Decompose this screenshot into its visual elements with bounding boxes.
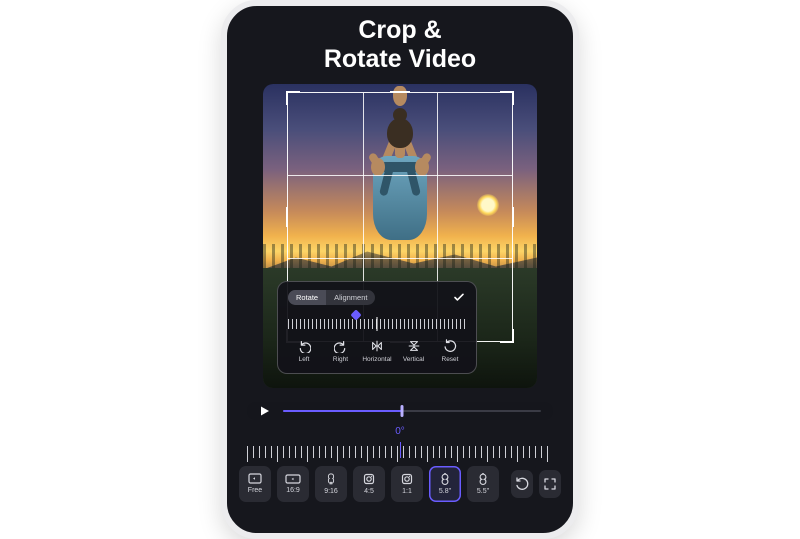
flip-vertical-label: Vertical	[403, 356, 424, 363]
reset-button[interactable]: Reset	[434, 339, 466, 363]
crop-handle-right[interactable]	[512, 207, 514, 227]
ratio-free[interactable]: Free	[239, 466, 271, 502]
crop-handle-br[interactable]	[500, 329, 514, 343]
tab-alignment[interactable]: Alignment	[326, 290, 375, 305]
screen-title: Crop &Rotate Video	[227, 16, 573, 74]
flip-vertical-button[interactable]: Vertical	[398, 339, 430, 363]
ratio-16-9-label: 16:9	[286, 487, 300, 494]
ratio-free-label: Free	[248, 487, 262, 494]
tab-rotate[interactable]: Rotate	[288, 290, 326, 305]
undo-icon[interactable]	[511, 470, 533, 498]
aspect-ratio-strip: Free 16:9 9:16 4:5 1:1 5.8" 5.5"	[239, 466, 561, 502]
ratio-16-9[interactable]: 16:9	[277, 466, 309, 502]
angle-ruler[interactable]: 0°	[247, 430, 553, 458]
ratio-9-16[interactable]: 9:16	[315, 466, 347, 502]
flip-horizontal-label: Horizontal	[362, 356, 391, 363]
rotate-left-label: Left	[299, 356, 310, 363]
ratio-5-8in[interactable]: 5.8"	[429, 466, 461, 502]
rotate-panel: Rotate Alignment Left Righ	[277, 281, 477, 374]
flip-horizontal-button[interactable]: Horizontal	[361, 339, 393, 363]
progress-fill	[283, 410, 402, 412]
crop-handle-tl[interactable]	[286, 91, 300, 105]
panel-tab-switch[interactable]: Rotate Alignment	[288, 290, 375, 305]
apply-check-icon[interactable]	[452, 290, 466, 304]
reset-label: Reset	[442, 356, 459, 363]
player-bar	[247, 402, 553, 420]
ratio-1-1-label: 1:1	[402, 488, 412, 495]
crop-handle-left[interactable]	[286, 207, 288, 227]
rotate-right-label: Right	[333, 356, 348, 363]
crop-handle-tr[interactable]	[500, 91, 514, 105]
video-canvas[interactable]: Rotate Alignment Left Righ	[263, 84, 537, 388]
ratio-4-5-label: 4:5	[364, 488, 374, 495]
play-button[interactable]	[259, 405, 271, 417]
progress-knob[interactable]	[400, 405, 403, 417]
ratio-4-5[interactable]: 4:5	[353, 466, 385, 502]
ratio-5-5in[interactable]: 5.5"	[467, 466, 499, 502]
ratio-5-5in-label: 5.5"	[477, 488, 489, 495]
angle-center-mark	[400, 442, 401, 458]
progress-track[interactable]	[283, 410, 541, 412]
rotate-dial[interactable]	[288, 311, 466, 333]
rotate-right-button[interactable]: Right	[325, 339, 357, 363]
fullscreen-icon[interactable]	[539, 470, 561, 498]
crop-handle-top[interactable]	[390, 91, 410, 93]
ratio-1-1[interactable]: 1:1	[391, 466, 423, 502]
device-frame: Crop &Rotate Video	[221, 0, 579, 539]
ratio-9-16-label: 9:16	[324, 488, 338, 495]
angle-readout: 0°	[395, 426, 405, 437]
ratio-5-8in-label: 5.8"	[439, 488, 451, 495]
rotate-left-button[interactable]: Left	[288, 339, 320, 363]
